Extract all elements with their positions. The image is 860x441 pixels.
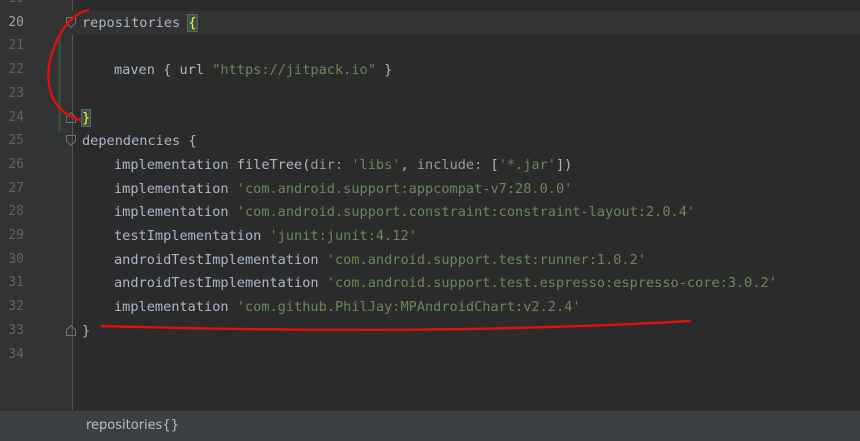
code-token: implementation	[114, 204, 237, 221]
code-line[interactable]: 29 testImplementation 'junit:junit:4.12'	[0, 224, 860, 248]
string-literal: 'com.android.support.test:runner:1.0.2'	[326, 251, 646, 268]
code-line[interactable]: 28 implementation 'com.android.support.co…	[0, 200, 860, 224]
line-number: 29	[8, 228, 24, 243]
string-literal: '*.jar'	[498, 156, 556, 173]
line-number: 34	[8, 346, 24, 362]
string-literal: 'com.android.support.constraint:constrai…	[236, 204, 696, 221]
code-line[interactable]: 21	[0, 34, 860, 58]
code-line[interactable]: 33}	[0, 319, 860, 343]
code-token: dependencies {	[82, 133, 197, 150]
line-number: 31	[8, 275, 24, 291]
code-line[interactable]: 32 implementation 'com.github.PhilJay:MPA…	[0, 295, 860, 319]
code-text[interactable]: androidTestImplementation 'com.android.s…	[82, 271, 777, 295]
line-number: 32	[8, 299, 24, 315]
line-number: 28	[8, 204, 24, 220]
code-line[interactable]: 26 implementation fileTree(dir: 'libs', i…	[0, 153, 860, 177]
code-line[interactable]: 25 dependencies {	[0, 129, 860, 153]
code-token: implementation fileTree(	[114, 156, 311, 173]
string-literal: 'junit:junit:4.12'	[269, 228, 417, 244]
string-literal: 'com.github.PhilJay:MPAndroidChart:v2.2.…	[236, 299, 581, 316]
code-line[interactable]: 34	[0, 343, 860, 367]
line-number: 33	[8, 322, 24, 338]
code-editor[interactable]: 1920repositories {2122maven { url "https…	[0, 0, 860, 410]
code-line[interactable]: 20 repositories {	[0, 10, 860, 35]
line-number: 30	[8, 251, 24, 267]
code-token: ,	[400, 156, 417, 173]
string-literal: 'com.android.support:appcompat-v7:28.0.0…	[236, 180, 573, 197]
code-text[interactable]: testImplementation 'junit:junit:4.12'	[82, 224, 417, 248]
breadcrumb-item[interactable]: repositories{}	[86, 418, 179, 433]
line-number: 26	[8, 156, 24, 172]
code-text[interactable]: androidTestImplementation 'com.android.s…	[82, 248, 646, 272]
fold-close-icon[interactable]	[66, 324, 76, 336]
fold-open-icon[interactable]	[66, 16, 76, 28]
code-token: maven { url	[114, 62, 213, 79]
code-text[interactable]: repositories {	[82, 11, 198, 35]
line-number: 21	[8, 38, 24, 54]
code-line[interactable]: 24}	[0, 106, 860, 130]
code-text[interactable]: }	[82, 319, 90, 343]
line-number: 23	[8, 85, 24, 101]
code-text[interactable]: implementation 'com.android.support:appc…	[82, 177, 572, 201]
code-token: testImplementation	[114, 228, 270, 244]
code-token: }	[82, 322, 91, 339]
parameter-hint: include:	[416, 156, 491, 173]
code-token: repositories	[82, 14, 189, 31]
fold-open-icon[interactable]	[66, 135, 76, 147]
code-text[interactable]: maven { url "https://jitpack.io" }	[82, 58, 392, 82]
line-number: 22	[8, 62, 24, 78]
code-line[interactable]: 19	[0, 0, 860, 11]
code-text[interactable]: implementation fileTree(dir: 'libs', inc…	[82, 153, 572, 177]
code-text[interactable]: implementation 'com.github.PhilJay:MPAnd…	[82, 295, 581, 319]
code-text[interactable]: }	[80, 106, 92, 130]
line-number: 27	[8, 180, 24, 196]
line-number: 24	[8, 109, 24, 125]
code-line[interactable]: 31 androidTestImplementation 'com.android…	[0, 271, 860, 295]
code-line[interactable]: 22 maven { url "https://jitpack.io" }	[0, 58, 860, 82]
line-number: 25	[8, 133, 24, 149]
matched-brace: {	[187, 13, 198, 32]
code-token: androidTestImplementation	[114, 251, 327, 268]
string-literal: "https://jitpack.io"	[212, 62, 376, 79]
code-token: implementation	[114, 180, 237, 197]
code-token: androidTestImplementation	[114, 275, 327, 292]
matched-brace: }	[80, 108, 92, 127]
parameter-hint: dir:	[310, 156, 352, 173]
code-line[interactable]: 27 implementation 'com.android.support:ap…	[0, 177, 860, 201]
code-line[interactable]: 30 androidTestImplementation 'com.android…	[0, 248, 860, 272]
breadcrumb-bar[interactable]: repositories{}	[0, 410, 860, 441]
code-token: }	[375, 62, 393, 79]
string-literal: 'com.android.support.test.espresso:espre…	[326, 275, 777, 292]
code-token: implementation	[114, 299, 237, 316]
code-text[interactable]: dependencies {	[82, 129, 197, 153]
string-literal: 'libs'	[351, 156, 401, 173]
line-number: 19	[0, 0, 24, 11]
code-token: [	[490, 156, 499, 173]
code-text[interactable]: implementation 'com.android.support.cons…	[82, 200, 695, 224]
code-line[interactable]: 23	[0, 82, 860, 106]
line-number: 20	[8, 14, 24, 30]
fold-close-icon[interactable]	[66, 111, 76, 123]
code-token: ])	[555, 156, 573, 173]
